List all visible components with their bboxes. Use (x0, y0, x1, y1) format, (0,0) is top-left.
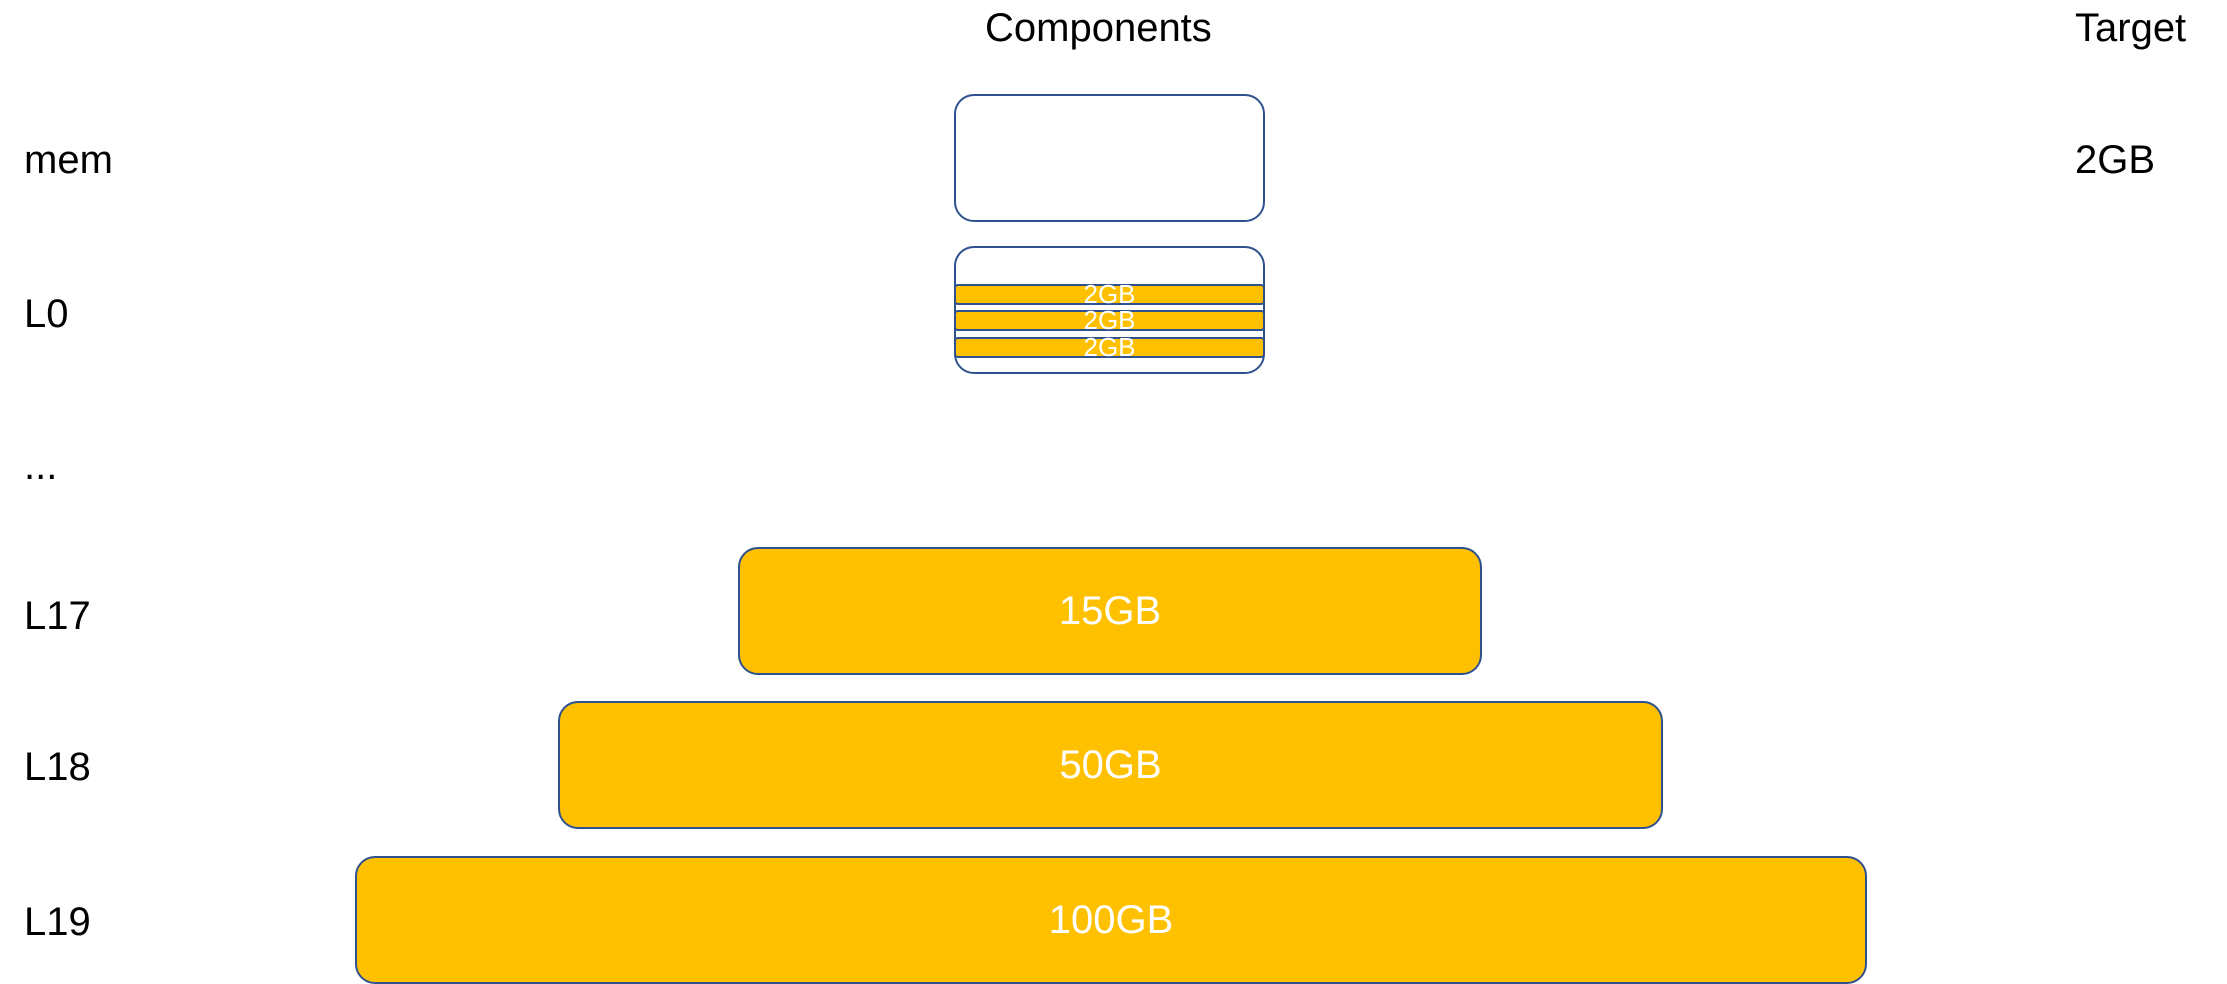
memtable-box (954, 94, 1265, 222)
target-value-mem: 2GB (2075, 138, 2156, 182)
l18-size-label: 50GB (1059, 742, 1162, 787)
row-label-ellipsis: ... (24, 444, 58, 488)
row-label-l18: L18 (24, 745, 91, 789)
l19-size-label: 100GB (1048, 897, 1174, 942)
target-header: Target (2075, 6, 2187, 50)
l0-file-2: 2GB (954, 307, 1265, 333)
l19-level-box: 100GB (355, 856, 1867, 984)
l18-level-box: 50GB (558, 701, 1663, 829)
row-label-l0: L0 (24, 292, 69, 336)
row-label-mem: mem (24, 138, 113, 182)
l17-size-label: 15GB (1058, 588, 1162, 633)
row-label-l17: L17 (24, 594, 91, 638)
components-header: Components (985, 6, 1212, 50)
l17-level-box: 15GB (738, 547, 1482, 675)
row-label-l19: L19 (24, 900, 91, 944)
l0-file-1: 2GB (954, 281, 1265, 307)
l0-file-3: 2GB (954, 334, 1265, 360)
